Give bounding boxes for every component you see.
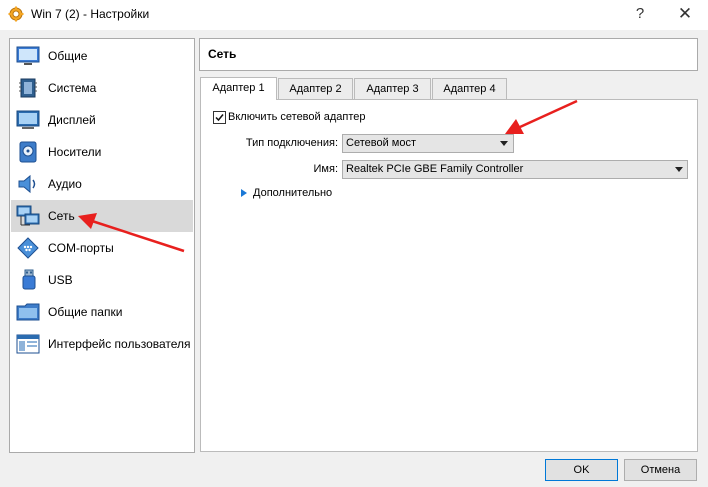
- cancel-button[interactable]: Отмена: [624, 459, 697, 481]
- usb-icon: [22, 269, 36, 290]
- storage-icon: [19, 141, 37, 163]
- attachment-type-label: Тип подключения:: [245, 137, 338, 149]
- audio-icon: [18, 174, 36, 194]
- sidebar-item-label: Система: [48, 81, 97, 95]
- sidebar-item-label: Общие папки: [48, 305, 123, 319]
- general-icon: [16, 46, 40, 65]
- attachment-type-value: Сетевой мост: [346, 137, 416, 149]
- title-bar: Win 7 (2) - Настройки ? ✕: [0, 0, 708, 30]
- sidebar-item-audio[interactable]: Аудио: [11, 168, 193, 200]
- enable-adapter-checkbox[interactable]: [213, 111, 226, 124]
- tab-adapter-1[interactable]: Адаптер 1: [200, 77, 277, 100]
- sidebar-item-storage[interactable]: Носители: [11, 136, 193, 168]
- sidebar-item-label: USB: [48, 273, 73, 287]
- expand-arrow-icon[interactable]: [241, 189, 247, 197]
- adapter-name-value: Realtek PCIe GBE Family Controller: [346, 163, 524, 175]
- help-button[interactable]: ?: [617, 0, 663, 30]
- adapter-name-label: Имя:: [313, 163, 338, 175]
- network-icon: [16, 205, 40, 226]
- shared-folder-icon: [16, 303, 40, 321]
- sidebar-item-label: Носители: [48, 145, 102, 159]
- advanced-toggle[interactable]: Дополнительно: [253, 187, 332, 199]
- checkmark-icon: [215, 114, 224, 122]
- serial-port-icon: [17, 237, 39, 259]
- sidebar-item-network[interactable]: Сеть: [11, 200, 193, 232]
- sidebar-item-shared-folders[interactable]: Общие папки: [11, 296, 193, 328]
- sidebar-item-usb[interactable]: USB: [11, 264, 193, 296]
- ok-button[interactable]: OK: [545, 459, 618, 481]
- sidebar-item-user-interface[interactable]: Интерфейс пользователя: [11, 328, 193, 360]
- virtualbox-gear-icon: [8, 6, 24, 22]
- enable-adapter-label: Включить сетевой адаптер: [228, 111, 366, 123]
- section-header: Сеть: [199, 38, 698, 71]
- tab-adapter-4[interactable]: Адаптер 4: [432, 78, 507, 100]
- window-title: Win 7 (2) - Настройки: [31, 7, 150, 21]
- sidebar-item-system[interactable]: Система: [11, 72, 193, 104]
- user-interface-icon: [16, 334, 40, 354]
- display-icon: [16, 110, 40, 129]
- sidebar-item-label: Интерфейс пользователя: [48, 337, 191, 351]
- sidebar-item-label: Аудио: [48, 177, 82, 191]
- settings-category-list: Общие Система Дисплей Носители Аудио Сет…: [9, 38, 195, 453]
- sidebar-item-display[interactable]: Дисплей: [11, 104, 193, 136]
- adapter-tab-panel: Включить сетевой адаптер Тип подключения…: [200, 99, 698, 452]
- adapter-name-select[interactable]: Realtek PCIe GBE Family Controller: [342, 160, 688, 179]
- page-title: Сеть: [208, 47, 237, 61]
- tab-adapter-3[interactable]: Адаптер 3: [354, 78, 431, 100]
- sidebar-item-label: Сеть: [48, 209, 75, 223]
- sidebar-item-label: COM-порты: [48, 241, 114, 255]
- sidebar-item-label: Общие: [48, 49, 88, 63]
- system-icon: [19, 78, 37, 98]
- chevron-down-icon: [675, 167, 683, 172]
- sidebar-item-label: Дисплей: [48, 113, 96, 127]
- tab-adapter-2[interactable]: Адаптер 2: [278, 78, 353, 100]
- attachment-type-select[interactable]: Сетевой мост: [342, 134, 514, 153]
- close-button[interactable]: ✕: [662, 0, 708, 30]
- chevron-down-icon: [500, 141, 508, 146]
- sidebar-item-serial-ports[interactable]: COM-порты: [11, 232, 193, 264]
- sidebar-item-general[interactable]: Общие: [11, 40, 193, 72]
